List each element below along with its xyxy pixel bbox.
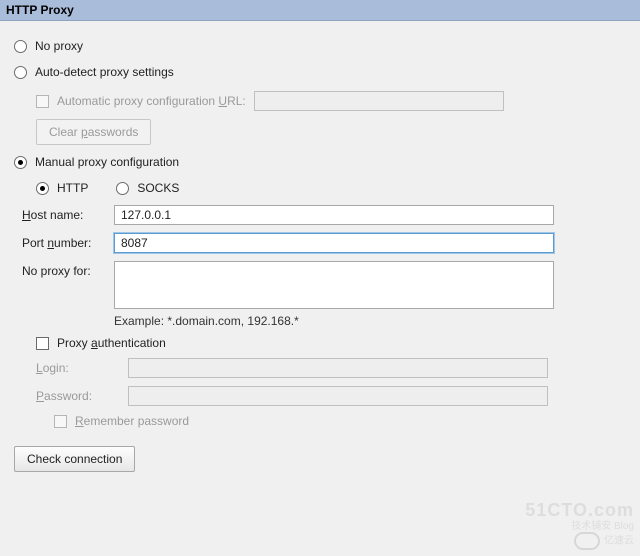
checkbox-icon: [36, 337, 49, 350]
no-proxy-example: Example: *.domain.com, 192.168.*: [114, 314, 626, 328]
proxy-authentication-checkbox[interactable]: Proxy authentication: [36, 336, 166, 350]
auto-detect-option[interactable]: Auto-detect proxy settings: [14, 65, 626, 79]
remember-password-checkbox: Remember password: [54, 414, 189, 428]
auto-config-url-row: Automatic proxy configuration URL:: [36, 91, 626, 111]
socks-label: SOCKS: [137, 181, 179, 195]
host-name-label: Host name:: [22, 205, 114, 222]
no-proxy-for-label: No proxy for:: [22, 261, 114, 278]
radio-icon: [14, 40, 27, 53]
manual-proxy-label: Manual proxy configuration: [35, 155, 179, 169]
auto-detect-label: Auto-detect proxy settings: [35, 65, 174, 79]
proxy-authentication-label: Proxy authentication: [57, 336, 166, 350]
password-input: [128, 386, 548, 406]
remember-password-label: Remember password: [75, 414, 189, 428]
login-input: [128, 358, 548, 378]
watermark: 51CTO.com 技术铺安 Blog 亿速云: [525, 501, 634, 550]
manual-proxy-option[interactable]: Manual proxy configuration: [14, 155, 626, 169]
http-proxy-option[interactable]: HTTP: [36, 181, 88, 195]
http-label: HTTP: [57, 181, 88, 195]
clear-passwords-button: Clear passwords: [36, 119, 151, 145]
radio-icon: [14, 156, 27, 169]
no-proxy-for-input[interactable]: [114, 261, 554, 309]
auto-config-url-checkbox: [36, 95, 49, 108]
auto-config-url-label: Automatic proxy configuration URL:: [57, 94, 246, 108]
socks-proxy-option[interactable]: SOCKS: [116, 181, 179, 195]
radio-icon: [14, 66, 27, 79]
no-proxy-label: No proxy: [35, 39, 83, 53]
radio-icon: [116, 182, 129, 195]
no-proxy-option[interactable]: No proxy: [14, 39, 626, 53]
password-label: Password:: [36, 386, 128, 403]
port-number-input[interactable]: [114, 233, 554, 253]
auto-config-url-input: [254, 91, 504, 111]
cloud-icon: [574, 532, 600, 550]
check-connection-button[interactable]: Check connection: [14, 446, 135, 472]
settings-panel: No proxy Auto-detect proxy settings Auto…: [0, 21, 640, 484]
radio-icon: [36, 182, 49, 195]
window-title: HTTP Proxy: [0, 0, 640, 21]
checkbox-icon: [54, 415, 67, 428]
login-label: Login:: [36, 358, 128, 375]
port-number-label: Port number:: [22, 233, 114, 250]
host-name-input[interactable]: [114, 205, 554, 225]
